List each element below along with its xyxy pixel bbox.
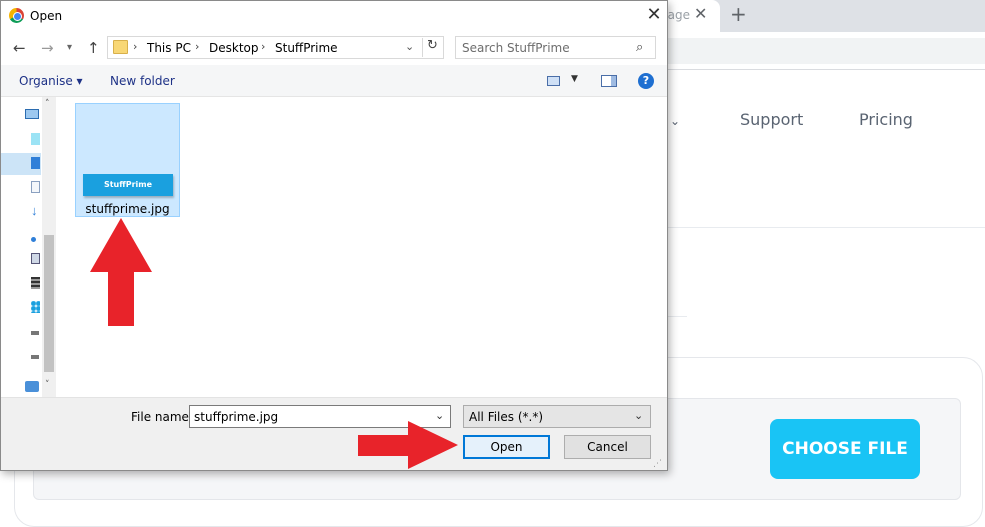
up-arrow-icon[interactable]: ↑ (87, 39, 100, 57)
resize-grip-icon[interactable]: ⋰ (653, 459, 662, 469)
scroll-down-icon[interactable]: ˅ (45, 380, 50, 390)
new-folder-button[interactable]: New folder (110, 74, 175, 88)
arrow-up-to-file (90, 218, 152, 326)
desktop-icon[interactable] (31, 157, 40, 169)
computer-icon[interactable] (25, 109, 39, 119)
file-type-select[interactable]: All Files (*.*) ⌄ (463, 405, 651, 428)
search-input[interactable] (462, 40, 632, 55)
command-bar: Organise ▾ New folder ▼ ? (1, 65, 667, 97)
chevron-right-icon[interactable]: › (261, 40, 265, 53)
folder-icon (113, 40, 128, 54)
file-name-field-label: File name: (131, 410, 193, 424)
cancel-button[interactable]: Cancel (564, 435, 651, 459)
back-arrow-icon[interactable]: ← (13, 39, 26, 57)
file-thumbnail: StuffPrime (83, 174, 173, 196)
divider (660, 227, 985, 228)
preview-pane-icon[interactable] (601, 75, 617, 87)
address-bar[interactable] (640, 38, 985, 64)
scrollbar-thumb[interactable] (44, 235, 54, 372)
refresh-icon[interactable]: ↻ (422, 38, 442, 57)
nav-support-link[interactable]: Support (740, 110, 803, 129)
network-icon[interactable] (25, 381, 39, 392)
close-icon[interactable]: ✕ (643, 4, 665, 26)
documents-icon[interactable] (31, 181, 40, 193)
videos-icon[interactable] (31, 277, 40, 289)
dialog-title: Open (30, 9, 63, 23)
chevron-right-icon[interactable]: › (195, 40, 199, 53)
search-box[interactable]: ⌕ (455, 36, 656, 59)
open-button[interactable]: Open (463, 435, 550, 459)
breadcrumb[interactable]: › This PC › Desktop › StuffPrime ⌄ ↻ (107, 36, 444, 59)
help-icon[interactable]: ? (638, 73, 654, 89)
tab-close-icon[interactable]: ✕ (694, 4, 707, 23)
file-item-selected[interactable]: StuffPrime stuffprime.jpg (75, 103, 180, 217)
chrome-icon (9, 8, 24, 23)
dialog-titlebar[interactable]: Open ✕ (1, 1, 667, 31)
navigation-pane: ↓ ˄ ˅ (1, 97, 57, 397)
new-tab-icon[interactable]: + (730, 2, 747, 26)
scroll-up-icon[interactable]: ˄ (45, 99, 50, 109)
breadcrumb-stuffprime[interactable]: StuffPrime (275, 41, 338, 55)
pictures-icon[interactable] (31, 253, 40, 264)
search-icon: ⌕ (636, 40, 644, 55)
breadcrumb-desktop[interactable]: Desktop (209, 41, 259, 55)
3d-objects-icon[interactable] (31, 133, 40, 145)
downloads-icon[interactable]: ↓ (31, 204, 40, 217)
chevron-right-icon[interactable]: › (133, 40, 137, 53)
drive-icon[interactable] (31, 331, 39, 335)
file-name-label: stuffprime.jpg (85, 202, 170, 216)
chevron-down-icon[interactable]: ▼ (571, 74, 578, 84)
arrow-right-to-open (358, 421, 458, 469)
chevron-down-icon[interactable]: ⌄ (670, 114, 680, 128)
view-options-icon[interactable] (547, 76, 560, 86)
file-type-value: All Files (*.*) (469, 410, 544, 424)
breadcrumb-this-pc[interactable]: This PC (147, 41, 191, 55)
forward-arrow-icon[interactable]: → (41, 39, 54, 57)
music-icon[interactable] (31, 237, 36, 242)
chevron-down-icon[interactable]: ⌄ (405, 40, 414, 53)
drive-icon[interactable] (31, 355, 39, 359)
chevron-down-icon[interactable]: ⌄ (634, 409, 643, 422)
windows-drive-icon[interactable] (31, 301, 40, 313)
nav-pricing-link[interactable]: Pricing (859, 110, 913, 129)
recent-locations-chevron-icon[interactable]: ▾ (67, 42, 72, 53)
choose-file-button[interactable]: CHOOSE FILE (770, 419, 920, 479)
organise-menu[interactable]: Organise ▾ (19, 74, 83, 88)
